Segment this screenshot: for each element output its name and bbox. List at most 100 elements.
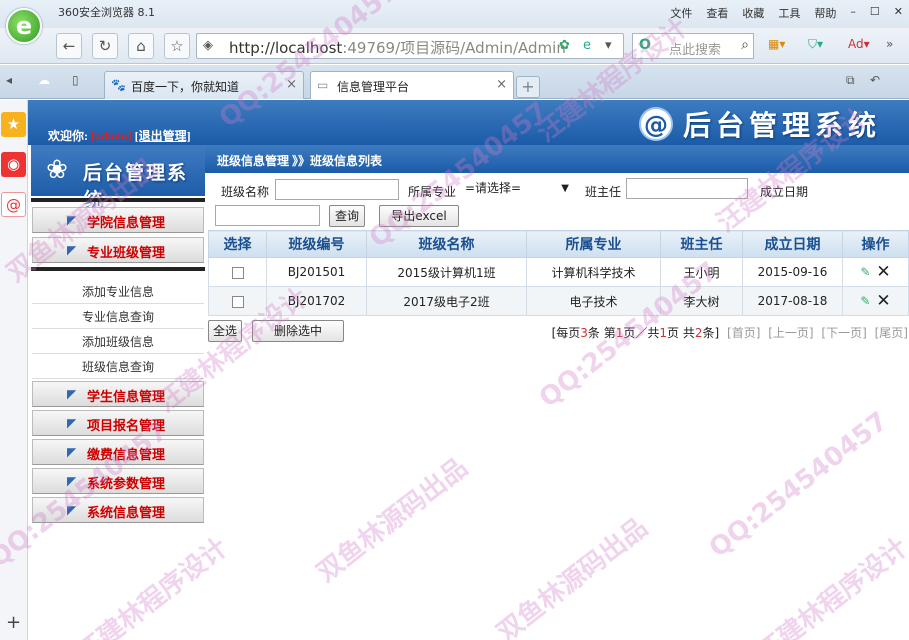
back-icon[interactable]: ← xyxy=(56,33,82,59)
star-icon[interactable]: ☆ xyxy=(164,33,190,59)
address-url[interactable]: http://localhost:49769/项目源码/Admin/Admin xyxy=(229,37,566,58)
select-all-button[interactable]: 全选 xyxy=(208,320,242,342)
username-link[interactable]: [admin] xyxy=(91,129,132,143)
refresh-icon[interactable]: ↻ xyxy=(92,33,118,59)
major-select[interactable]: =请选择= ▼ xyxy=(461,178,573,199)
nav-group-label: 学院信息管理 xyxy=(87,215,166,230)
table-header-row: 选择 班级编号 班级名称 所属专业 班主任 成立日期 操作 xyxy=(208,230,909,258)
last-page-link[interactable]: [尾页] xyxy=(875,326,908,340)
row-checkbox[interactable] xyxy=(231,266,244,279)
nav-group-payment[interactable]: ◤ 缴费信息管理 xyxy=(32,439,204,465)
next-page-link[interactable]: [下一页] xyxy=(821,326,866,340)
page-list-icon[interactable]: ▯ xyxy=(72,73,79,87)
browser-sidebar: ★ ◉ @ + xyxy=(0,100,28,640)
address-bar[interactable]: ◈ http://localhost:49769/项目源码/Admin/Admi… xyxy=(196,33,624,59)
welcome-label: 欢迎你: xyxy=(48,129,88,143)
row-checkbox[interactable] xyxy=(231,295,244,308)
delete-icon[interactable]: ✕ xyxy=(876,291,890,311)
date-input[interactable] xyxy=(215,205,320,226)
nav-add-class[interactable]: 添加班级信息 xyxy=(32,330,204,354)
cell-date: 2015-09-16 xyxy=(742,257,843,287)
left-nav: ❀ 后台管理系统 ◤ 学院信息管理 ◤ 专业班级管理 添加专业信息 专业信息查询… xyxy=(31,145,205,525)
col-select: 选择 xyxy=(208,230,267,258)
compat-icon[interactable]: ✿ xyxy=(559,38,570,53)
folder-icon: ◤ xyxy=(67,474,77,488)
delete-selected-button[interactable]: 删除选中 xyxy=(252,320,344,342)
cell-name: 2017级电子2班 xyxy=(366,286,527,316)
nav-group-project[interactable]: ◤ 项目报名管理 xyxy=(32,410,204,436)
nav-group-major-class[interactable]: ◤ 专业班级管理 xyxy=(32,237,204,263)
major-label: 所属专业 xyxy=(408,185,457,199)
browser-navbar: ← ↻ ⌂ ☆ ◈ http://localhost:49769/项目源码/Ad… xyxy=(0,28,909,64)
maximize-icon[interactable]: ☐ xyxy=(870,5,880,21)
mail-icon[interactable]: @ xyxy=(1,192,26,217)
nav-group-system[interactable]: ◤ 系统信息管理 xyxy=(32,497,204,523)
chevron-down-icon: ▼ xyxy=(561,183,569,194)
breadcrumb: 班级信息管理 》》班级信息列表 xyxy=(205,145,909,173)
tab-close-icon[interactable]: × xyxy=(496,77,507,92)
teacher-label: 班主任 xyxy=(585,185,622,199)
cloud-icon[interactable]: ☁ xyxy=(38,73,50,87)
brand-title: 后台管理系统 xyxy=(682,109,881,142)
nav-query-major[interactable]: 专业信息查询 xyxy=(32,305,204,329)
restore-tab-icon[interactable]: ⧉ xyxy=(846,73,855,88)
menu-view[interactable]: 查看 xyxy=(706,5,728,21)
nav-group-params[interactable]: ◤ 系统参数管理 xyxy=(32,468,204,494)
teacher-input[interactable] xyxy=(626,178,748,199)
tab-baidu[interactable]: 🐾 百度一下，你就知道 × xyxy=(104,71,304,99)
nav-group-label: 系统信息管理 xyxy=(87,505,166,520)
menu-favorites[interactable]: 收藏 xyxy=(742,5,764,21)
weibo-icon[interactable]: ◉ xyxy=(1,152,26,177)
nav-group-label: 项目报名管理 xyxy=(87,418,166,433)
more-icon[interactable]: » xyxy=(886,37,893,51)
col-actions: 操作 xyxy=(842,230,909,258)
nav-add-major[interactable]: 添加专业信息 xyxy=(32,280,204,304)
search-button[interactable]: 查询 xyxy=(329,205,365,227)
ie-mode-icon[interactable]: e xyxy=(583,38,591,53)
menu-file[interactable]: 文件 xyxy=(670,5,692,21)
per-page-count: 3 xyxy=(580,326,588,340)
tab-admin[interactable]: ▭ 信息管理平台 × xyxy=(310,71,514,99)
nav-group-label: 学生信息管理 xyxy=(87,389,166,404)
add-icon[interactable]: + xyxy=(1,610,26,635)
favorite-star-icon[interactable]: ★ xyxy=(1,112,26,137)
first-page-link[interactable]: [首页] xyxy=(727,326,760,340)
total-pages: 1 xyxy=(659,326,668,340)
nav-logo: ❀ 后台管理系统 xyxy=(31,145,205,211)
logout-link[interactable]: [退出管理] xyxy=(135,129,191,143)
export-excel-button[interactable]: 导出excel xyxy=(379,205,459,227)
tab-close-icon[interactable]: × xyxy=(286,77,297,92)
search-box[interactable]: O 点此搜索 ⌕ xyxy=(632,33,754,59)
folder-icon: ◤ xyxy=(67,503,77,517)
cell-major: 计算机科学技术 xyxy=(526,257,661,287)
folder-icon: ◤ xyxy=(67,387,77,401)
pager-text: 页 共 xyxy=(667,326,695,340)
search-engine-icon[interactable]: O xyxy=(639,37,651,53)
nav-group-college[interactable]: ◤ 学院信息管理 xyxy=(32,207,204,233)
cell-code: BJ201501 xyxy=(266,257,367,287)
watermark: QQ:254540457 xyxy=(703,406,894,564)
adblock-icon[interactable]: Ad▾ xyxy=(848,37,870,51)
menu-tools[interactable]: 工具 xyxy=(778,5,800,21)
cell-teacher: 李大树 xyxy=(660,286,743,316)
apps-icon[interactable]: ▦▾ xyxy=(768,37,785,51)
prev-page-link[interactable]: [上一页] xyxy=(768,326,813,340)
divider xyxy=(31,267,205,271)
sidebar-toggle-icon[interactable]: ◂ xyxy=(6,73,12,87)
edit-icon[interactable]: ✎ xyxy=(860,265,870,279)
close-icon[interactable]: ✕ xyxy=(894,5,903,21)
nav-query-class[interactable]: 班级信息查询 xyxy=(32,355,204,379)
search-icon[interactable]: ⌕ xyxy=(741,37,749,53)
class-name-input[interactable] xyxy=(275,179,399,200)
edit-icon[interactable]: ✎ xyxy=(860,294,870,308)
menu-help[interactable]: 帮助 xyxy=(814,5,836,21)
home-icon[interactable]: ⌂ xyxy=(128,33,154,59)
undo-icon[interactable]: ↶ xyxy=(870,73,880,87)
delete-icon[interactable]: ✕ xyxy=(876,262,890,282)
nav-group-student[interactable]: ◤ 学生信息管理 xyxy=(32,381,204,407)
new-tab-icon[interactable]: + xyxy=(516,76,540,98)
folder-icon: ◤ xyxy=(67,243,77,257)
chevron-down-icon[interactable]: ▾ xyxy=(605,38,612,53)
security-icon[interactable]: ⛉▾ xyxy=(808,37,823,52)
minimize-icon[interactable]: – xyxy=(850,5,856,21)
